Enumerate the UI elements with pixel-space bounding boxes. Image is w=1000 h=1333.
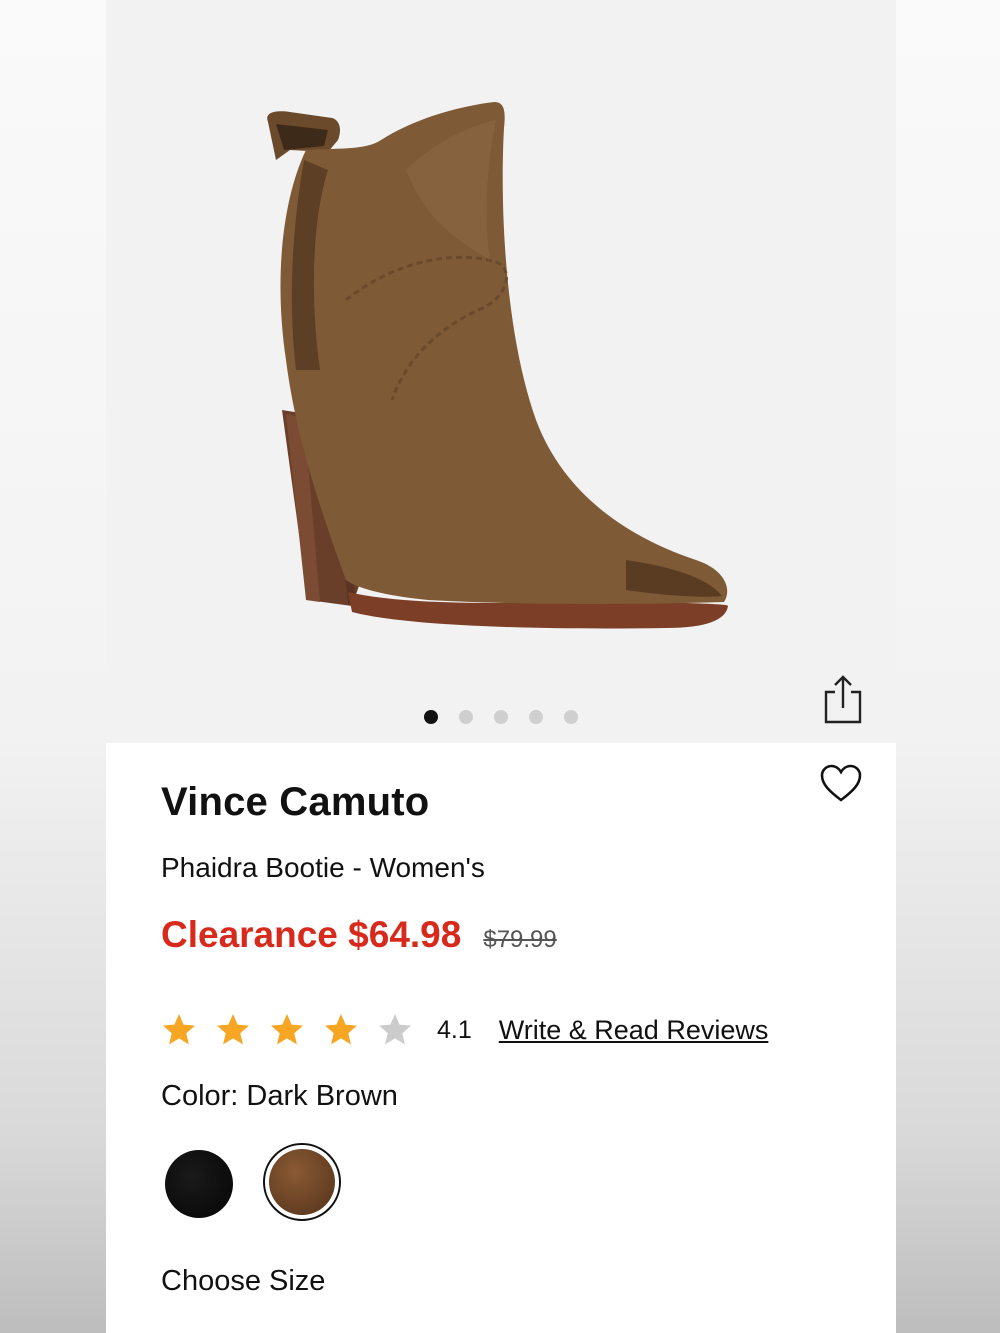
- swatch-black[interactable]: [165, 1149, 233, 1218]
- swatch-dark-brown[interactable]: [269, 1149, 335, 1215]
- product-image: [267, 102, 728, 629]
- star-empty-icon: [379, 1014, 411, 1045]
- swatch-selected-ring: [263, 1143, 341, 1221]
- pagination-dot[interactable]: [424, 710, 438, 724]
- original-price: $79.99: [483, 926, 557, 953]
- star-filled-icon: [163, 1014, 195, 1045]
- star-rating[interactable]: [161, 1012, 413, 1048]
- sale-price: Clearance $64.98: [161, 914, 462, 955]
- pagination-dot[interactable]: [459, 710, 473, 724]
- color-label: Color: Dark Brown: [161, 1080, 398, 1112]
- star-filled-icon: [325, 1014, 357, 1045]
- image-pagination[interactable]: [424, 710, 578, 724]
- star-filled-icon: [271, 1014, 303, 1045]
- pagination-dot[interactable]: [529, 710, 543, 724]
- price-row: Clearance $64.98 $79.99: [161, 914, 557, 956]
- pagination-dot[interactable]: [564, 710, 578, 724]
- color-swatches: [165, 1143, 341, 1221]
- rating-row: 4.1 Write & Read Reviews: [161, 1012, 768, 1048]
- product-title: Phaidra Bootie - Women's: [161, 852, 485, 883]
- rating-value: 4.1: [437, 1015, 472, 1044]
- pagination-dot[interactable]: [494, 710, 508, 724]
- share-icon[interactable]: [822, 674, 864, 726]
- choose-size-heading: Choose Size: [161, 1265, 326, 1297]
- write-read-reviews-link[interactable]: Write & Read Reviews: [499, 1015, 769, 1046]
- heart-icon[interactable]: [819, 763, 863, 803]
- brand-name[interactable]: Vince Camuto: [161, 780, 429, 825]
- product-page: Vince Camuto Phaidra Bootie - Women's Cl…: [106, 0, 896, 1333]
- star-filled-icon: [217, 1014, 249, 1045]
- product-image-gallery[interactable]: [106, 0, 896, 743]
